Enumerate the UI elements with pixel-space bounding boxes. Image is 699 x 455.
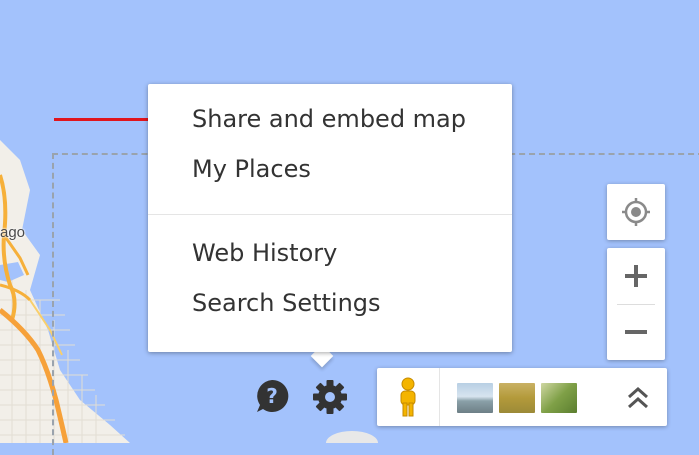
svg-text:?: ? [266,384,278,408]
menu-item-web-history[interactable]: Web History [192,239,337,267]
pegman-button[interactable] [377,368,440,426]
double-chevron-up-icon [628,386,648,409]
city-label: ago [0,224,26,241]
help-bubble-icon: ? [257,379,289,412]
imagery-thumbnail-3[interactable] [541,383,577,413]
help-button[interactable]: ? [255,379,289,418]
zoom-in-button[interactable] [607,248,665,304]
imagery-bar [377,368,667,426]
menu-divider [148,214,512,215]
menu-item-share-and-embed[interactable]: Share and embed map [192,105,466,133]
settings-button[interactable] [312,379,348,420]
expand-imagery-button[interactable] [623,382,653,412]
settings-menu: Share and embed map My Places Web Histor… [148,84,512,352]
imagery-thumbnail-1[interactable] [457,383,493,413]
plus-icon [625,265,647,287]
target-icon [622,198,650,226]
minus-icon [625,330,647,334]
gear-icon [313,380,347,414]
zoom-out-button[interactable] [607,304,665,360]
my-location-button[interactable] [607,184,665,240]
pegman-icon [400,377,416,417]
zoom-control [607,248,665,360]
imagery-thumbnail-2[interactable] [499,383,535,413]
menu-item-my-places[interactable]: My Places [192,155,311,183]
menu-item-search-settings[interactable]: Search Settings [192,289,381,317]
